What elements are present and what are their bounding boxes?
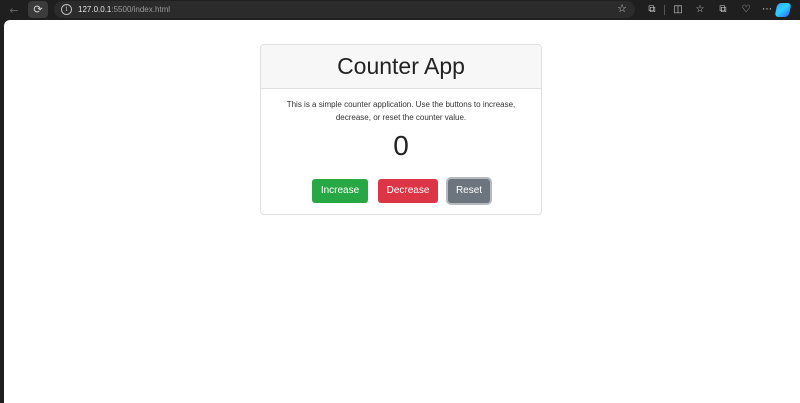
arrow-left-icon: ← xyxy=(9,3,19,17)
card-header: Counter App xyxy=(261,45,541,89)
app-description: This is a simple counter application. Us… xyxy=(286,100,516,122)
collections-icon[interactable]: ⧉ xyxy=(716,3,730,17)
url-text[interactable]: 127.0.0.1:5500/index.html xyxy=(78,3,170,16)
page-title: Counter App xyxy=(337,53,465,79)
url-host: 127.0.0.1 xyxy=(78,5,112,14)
reset-button[interactable]: Reset xyxy=(448,179,490,203)
counter-card: Counter App This is a simple counter app… xyxy=(260,44,542,215)
toolbar-divider xyxy=(664,5,665,15)
more-icon[interactable]: ⋯ xyxy=(760,3,774,17)
address-bar[interactable]: i 127.0.0.1:5500/index.html ☆ xyxy=(54,1,635,18)
counter-value: 0 xyxy=(393,130,409,161)
back-button[interactable]: ← xyxy=(5,2,23,18)
refresh-button[interactable]: ⟳ xyxy=(28,1,48,18)
button-group: Increase Decrease Reset xyxy=(261,179,541,203)
star-icon[interactable]: ☆ xyxy=(617,2,627,16)
info-icon[interactable]: i xyxy=(61,4,72,15)
refresh-icon: ⟳ xyxy=(33,3,43,16)
copilot-icon[interactable] xyxy=(774,3,792,17)
favorites-icon[interactable]: ☆ xyxy=(693,3,707,17)
increase-button[interactable]: Increase xyxy=(312,179,368,203)
extensions-icon[interactable]: ⧉ xyxy=(645,3,659,17)
url-path: :5500/index.html xyxy=(111,5,171,14)
decrease-button[interactable]: Decrease xyxy=(378,179,438,203)
split-screen-icon[interactable]: ◫ xyxy=(671,3,685,17)
browser-essentials-icon[interactable]: ♡ xyxy=(739,3,753,17)
browser-toolbar: ← ⟳ i 127.0.0.1:5500/index.html ☆ ⧉ ◫ ☆ … xyxy=(0,0,800,20)
page-viewport: Counter App This is a simple counter app… xyxy=(4,20,800,403)
